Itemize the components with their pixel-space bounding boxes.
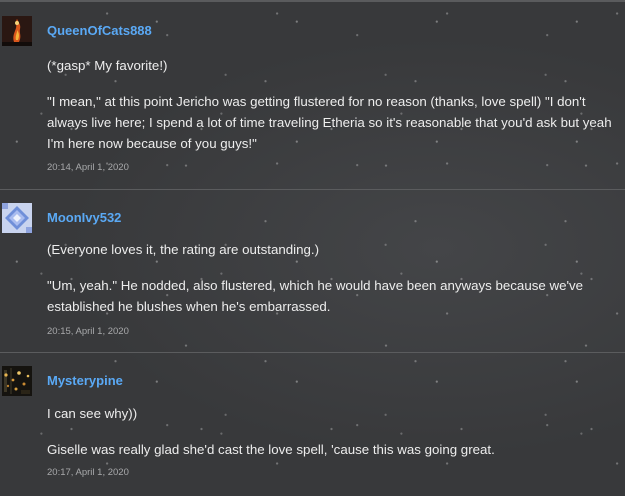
comment-username[interactable]: Mysterypine bbox=[47, 373, 123, 388]
comment-text: Giselle was really glad she'd cast the l… bbox=[47, 442, 495, 457]
blue-diamond-avatar-icon[interactable] bbox=[2, 203, 32, 233]
comment-timestamp: 20:14, April 1, 2020 bbox=[47, 162, 129, 173]
comment-thread: QueenOfCats888 (*gasp* My favorite!) "I … bbox=[0, 0, 625, 496]
night-lights-avatar-icon[interactable] bbox=[2, 366, 32, 396]
comment-item: Mysterypine I can see why)) Giselle was … bbox=[0, 353, 625, 496]
comment-username[interactable]: QueenOfCats888 bbox=[47, 23, 152, 38]
comment-text: "I mean," at this point Jericho was gett… bbox=[47, 94, 612, 151]
comment-timestamp: 20:15, April 1, 2020 bbox=[47, 326, 129, 337]
comment-item: MoonIvy532 (Everyone loves it, the ratin… bbox=[0, 190, 625, 352]
fire-portrait-avatar-icon[interactable] bbox=[2, 16, 32, 46]
comment-text: "Um, yeah." He nodded, also flustered, w… bbox=[47, 278, 584, 314]
comment-timestamp: 20:17, April 1, 2020 bbox=[47, 467, 129, 478]
comment-text: I can see why)) bbox=[47, 406, 138, 421]
comment-text: (*gasp* My favorite!) bbox=[47, 58, 168, 73]
comment-text: (Everyone loves it, the rating are outst… bbox=[47, 242, 319, 257]
comment-item: QueenOfCats888 (*gasp* My favorite!) "I … bbox=[0, 0, 625, 189]
comment-username[interactable]: MoonIvy532 bbox=[47, 210, 121, 225]
